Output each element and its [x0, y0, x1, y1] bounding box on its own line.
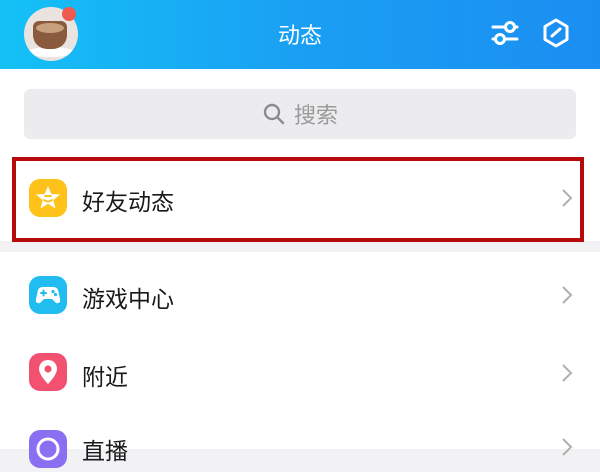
chevron-right-icon: [562, 438, 573, 456]
search-input[interactable]: 搜索: [24, 89, 576, 139]
location-pin-icon: [29, 353, 67, 391]
live-icon: [29, 430, 67, 468]
list-item-game-center[interactable]: 游戏中心: [0, 252, 600, 338]
gamepad-icon: [29, 276, 67, 314]
chevron-right-icon: [562, 286, 573, 304]
chevron-right-icon: [562, 364, 573, 382]
hexagon-check-icon[interactable]: [539, 16, 573, 50]
list-item-label: 附近: [82, 365, 128, 391]
list-item-live[interactable]: 直播: [0, 410, 600, 468]
settings-sliders-icon[interactable]: [488, 16, 522, 50]
search-icon: [263, 103, 285, 125]
list-item-label: 游戏中心: [82, 287, 174, 313]
highlight-box: [12, 157, 584, 242]
list-item-label: 直播: [82, 439, 128, 465]
list-item-nearby[interactable]: 附近: [0, 338, 600, 410]
header-bar: 动态: [0, 0, 600, 69]
search-placeholder: 搜索: [293, 104, 338, 129]
search-section: 搜索: [0, 69, 600, 155]
